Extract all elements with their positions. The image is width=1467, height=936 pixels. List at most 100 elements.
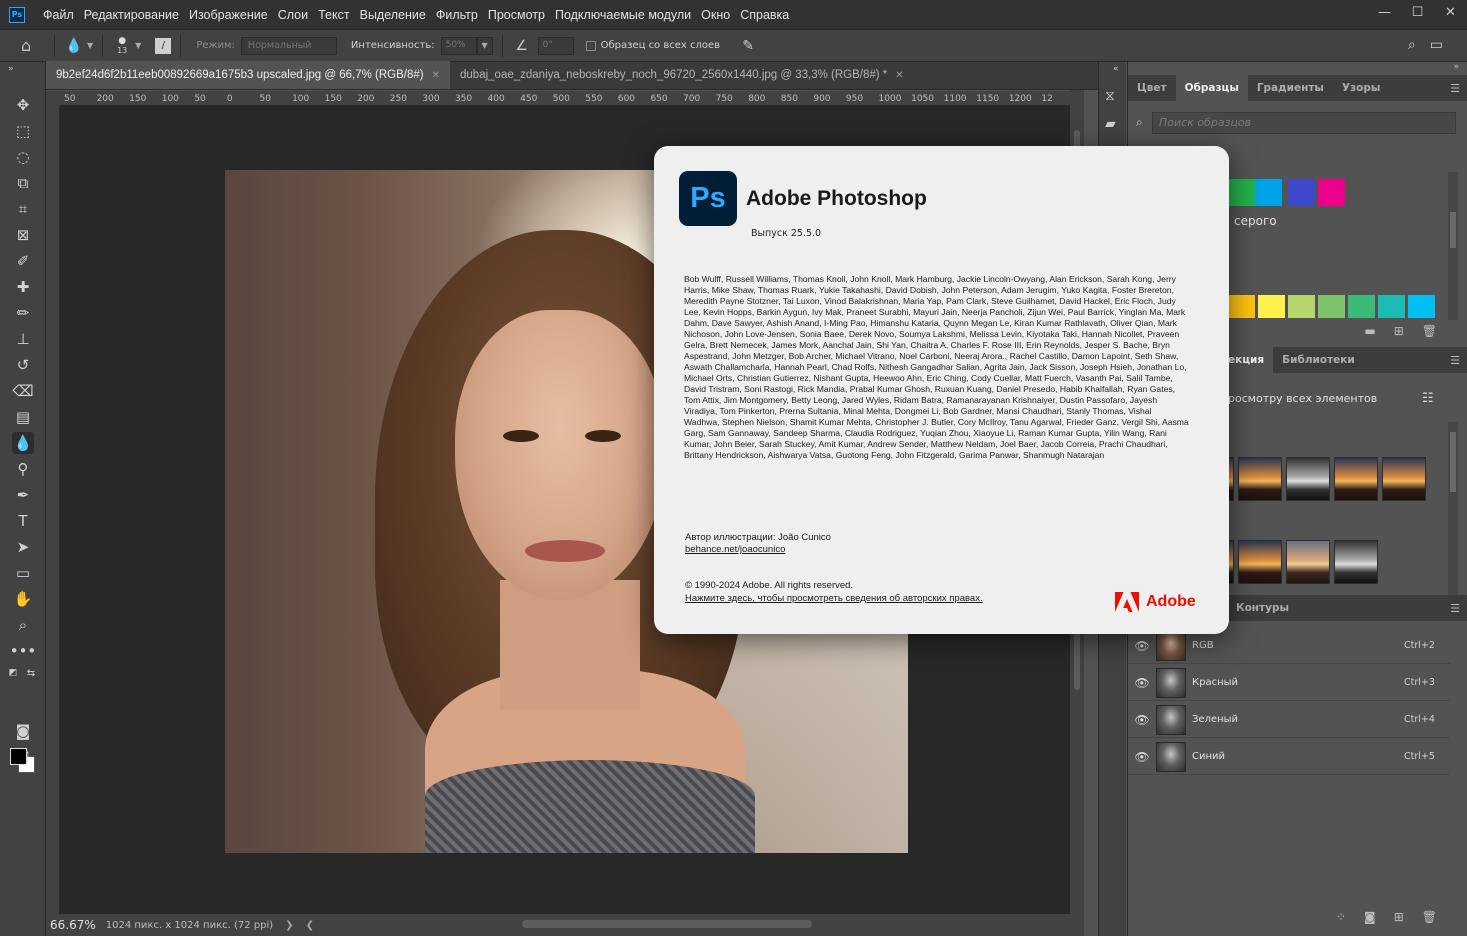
dodge-tool-icon[interactable]: ⚲ — [12, 458, 34, 480]
eye-icon[interactable]: 👁 — [1128, 639, 1156, 653]
selection-icon[interactable]: ⁘ — [1336, 910, 1346, 924]
swatch[interactable] — [1318, 295, 1345, 318]
legal-notices-link[interactable]: Нажмите здесь, чтобы просмотреть сведени… — [685, 593, 983, 604]
eye-icon[interactable]: 👁 — [1128, 750, 1156, 764]
stamp-tool-icon[interactable]: ⊥ — [12, 328, 34, 350]
type-tool-icon[interactable]: T — [12, 510, 34, 532]
eyedropper-tool-icon[interactable]: ✐ — [12, 250, 34, 272]
menu-type[interactable]: Текст — [313, 8, 354, 22]
channel-row-green[interactable]: 👁 Зеленый Ctrl+4 — [1128, 702, 1450, 738]
rectangle-tool-icon[interactable]: ▭ — [12, 562, 34, 584]
library-thumbnail[interactable] — [1286, 457, 1330, 501]
library-thumbnail[interactable] — [1382, 457, 1426, 501]
mask-icon[interactable]: ◙ — [1364, 910, 1376, 924]
path-select-tool-icon[interactable]: ➤ — [12, 536, 34, 558]
gradient-tool-icon[interactable]: ▤ — [12, 406, 34, 428]
panel-menu-icon[interactable]: ☰ — [1450, 602, 1460, 615]
swatch[interactable] — [1318, 179, 1345, 206]
swatch[interactable] — [1255, 179, 1282, 206]
menu-layer[interactable]: Слои — [273, 8, 313, 22]
menu-file[interactable]: Файл — [38, 8, 79, 22]
chevron-down-icon[interactable]: ▼ — [476, 36, 493, 55]
eye-icon[interactable]: 👁 — [1128, 676, 1156, 690]
close-window-button[interactable]: ✕ — [1434, 0, 1467, 24]
collapse-icon[interactable]: « — [1113, 64, 1119, 74]
channel-row-blue[interactable]: 👁 Синий Ctrl+5 — [1128, 739, 1450, 775]
home-icon[interactable]: ⌂ — [21, 35, 45, 57]
library-thumbnail[interactable] — [1238, 457, 1282, 501]
default-colors-icon[interactable]: ◩ — [6, 662, 20, 684]
hand-tool-icon[interactable]: ✋ — [12, 588, 34, 610]
list-view-icon[interactable]: ☷ — [1422, 391, 1434, 406]
chevron-right-icon[interactable]: ❯ — [285, 920, 293, 931]
tab-libraries[interactable]: Библиотеки — [1273, 347, 1364, 373]
trash-icon[interactable]: 🗑 — [1422, 324, 1437, 338]
library-thumbnail[interactable] — [1334, 540, 1378, 584]
history-brush-tool-icon[interactable]: ↺ — [12, 354, 34, 376]
swatch-group-label[interactable]: серого — [1234, 214, 1277, 228]
swatch[interactable] — [1288, 179, 1315, 206]
menu-window[interactable]: Окно — [696, 8, 735, 22]
sample-all-layers-checkbox[interactable] — [585, 40, 596, 51]
brush-settings-icon[interactable]: / — [155, 37, 172, 54]
collapse-icon[interactable]: » — [1453, 62, 1459, 72]
tab-swatches[interactable]: Образцы — [1175, 75, 1248, 101]
tab-patterns[interactable]: Узоры — [1333, 75, 1389, 101]
mode-select[interactable]: Нормальный — [240, 36, 337, 55]
menu-help[interactable]: Справка — [735, 8, 794, 22]
panel-menu-icon[interactable]: ☰ — [1450, 82, 1460, 95]
menu-select[interactable]: Выделение — [355, 8, 431, 22]
library-thumbnail[interactable] — [1334, 457, 1378, 501]
scrollbar-thumb[interactable] — [1450, 432, 1456, 492]
close-icon[interactable]: ✕ — [895, 70, 903, 81]
search-icon[interactable]: ⌕ — [1408, 37, 1416, 53]
menu-plugins[interactable]: Подключаемые модули — [550, 8, 696, 22]
folder-icon[interactable]: ▬ — [1364, 324, 1375, 338]
blur-tool-icon[interactable]: 💧 — [12, 432, 34, 454]
tab-color[interactable]: Цвет — [1128, 75, 1176, 101]
more-tools-icon[interactable]: ••• — [10, 640, 37, 662]
swatch[interactable] — [1228, 295, 1255, 318]
close-icon[interactable]: ✕ — [432, 70, 440, 81]
menu-edit[interactable]: Редактирование — [79, 8, 184, 22]
lasso-tool-icon[interactable]: ◌ — [12, 146, 34, 168]
horizontal-scrollbar-thumb[interactable] — [522, 920, 812, 928]
maximize-button[interactable]: ☐ — [1401, 0, 1434, 24]
eraser-tool-icon[interactable]: ⌫ — [12, 380, 34, 402]
quick-mask-icon[interactable]: ◙ — [12, 720, 34, 742]
panel-menu-icon[interactable]: ☰ — [1450, 354, 1460, 367]
pressure-icon[interactable]: ✎ — [738, 38, 758, 54]
library-thumbnail[interactable] — [1238, 540, 1282, 584]
swap-colors-icon[interactable]: ⇆ — [24, 662, 38, 684]
history-panel-icon[interactable]: ⧖ — [1105, 88, 1115, 104]
swatch[interactable] — [1228, 179, 1255, 206]
swatch[interactable] — [1348, 295, 1375, 318]
strength-input[interactable]: 50% — [440, 36, 477, 55]
menu-view[interactable]: Просмотр — [483, 8, 550, 22]
zoom-level[interactable]: 66.67% — [50, 918, 96, 932]
move-tool-icon[interactable]: ✥ — [12, 94, 34, 116]
photoshop-app-icon[interactable]: Ps — [9, 6, 25, 23]
marquee-tool-icon[interactable]: ⬚ — [12, 120, 34, 142]
illustration-link[interactable]: behance.net/joaocunico — [685, 544, 785, 555]
swatch[interactable] — [1288, 295, 1315, 318]
frame-tool-icon[interactable]: ⊠ — [12, 224, 34, 246]
zoom-tool-icon[interactable]: ⌕ — [12, 614, 34, 636]
crop-tool-icon[interactable]: ⌗ — [12, 198, 34, 220]
library-thumbnail[interactable] — [1286, 540, 1330, 584]
scrollbar-thumb[interactable] — [1450, 212, 1456, 248]
swatch[interactable] — [1378, 295, 1405, 318]
foreground-color-swatch[interactable] — [10, 748, 27, 765]
swatch[interactable] — [1408, 295, 1435, 318]
minimize-button[interactable]: — — [1368, 0, 1401, 24]
blur-tool-icon[interactable]: 💧 — [64, 38, 84, 54]
trash-icon[interactable]: 🗑 — [1422, 910, 1437, 924]
menu-image[interactable]: Изображение — [184, 8, 273, 22]
chevron-down-icon[interactable]: ▼ — [87, 41, 93, 50]
eye-icon[interactable]: 👁 — [1128, 713, 1156, 727]
tab-gradients[interactable]: Градиенты — [1248, 75, 1333, 101]
swatch[interactable] — [1258, 295, 1285, 318]
object-select-tool-icon[interactable]: ⧉ — [12, 172, 34, 194]
healing-tool-icon[interactable]: ✚ — [12, 276, 34, 298]
workspace-icon[interactable]: ▭ — [1430, 37, 1443, 53]
